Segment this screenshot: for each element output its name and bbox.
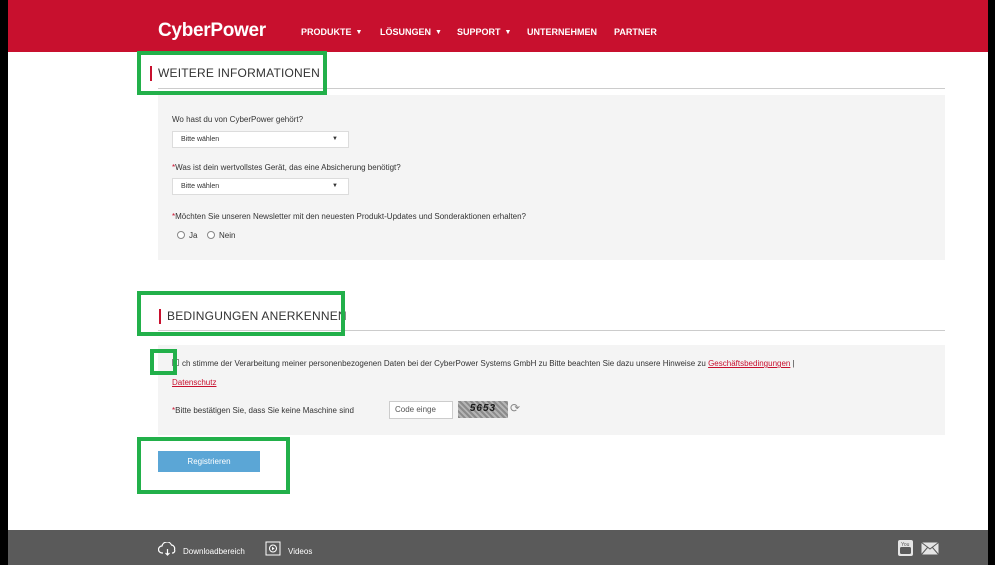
nav-produkte[interactable]: PRODUKTE ▼ (301, 27, 362, 37)
radio-yes[interactable] (177, 231, 185, 239)
youtube-icon[interactable]: You (898, 540, 913, 561)
radio-yes-label: Ja (189, 231, 198, 240)
download-link[interactable]: Downloadbereich (183, 547, 245, 556)
chevron-down-icon: ▼ (504, 29, 512, 36)
dropdown-arrow-icon: ▼ (332, 136, 338, 142)
mail-icon[interactable] (921, 542, 939, 560)
highlight-box-checkbox (150, 349, 177, 375)
chevron-down-icon: ▼ (355, 29, 363, 36)
nav-loesungen[interactable]: LÖSUNGEN ▼ (380, 27, 442, 37)
cyberpower-logo[interactable]: CyberPower (158, 20, 266, 42)
videos-link[interactable]: Videos (288, 547, 312, 556)
captcha-label: *Bitte bestätigen Sie, dass Sie keine Ma… (172, 406, 354, 415)
terms-link[interactable]: Geschäftsbedingungen (708, 359, 790, 368)
captcha-image: 5653 (458, 401, 508, 418)
device-select[interactable]: Bitte wählen ▼ (172, 178, 349, 195)
select-value: Bitte wählen (181, 183, 220, 190)
question-newsletter-label: *Möchten Sie unseren Newsletter mit den … (172, 212, 527, 221)
radio-no[interactable] (207, 231, 215, 239)
nav-partner[interactable]: PARTNER (614, 27, 657, 37)
select-value: Bitte wählen (181, 136, 220, 143)
nav-unternehmen[interactable]: UNTERNEHMEN (527, 27, 597, 37)
refresh-icon[interactable]: ⟳ (510, 401, 520, 415)
question-device-label: *Was ist dein wertvollstes Gerät, das ei… (172, 163, 401, 172)
highlight-box-info-title (137, 51, 327, 95)
highlight-box-terms-title (137, 291, 345, 336)
chevron-down-icon: ▼ (435, 29, 442, 36)
radio-no-label: Nein (219, 231, 236, 240)
question-heard-label: Wo hast du von CyberPower gehört? (172, 115, 304, 124)
privacy-link[interactable]: Datenschutz (172, 378, 216, 387)
highlight-box-register (137, 437, 290, 494)
captcha-input[interactable]: Code einge (389, 401, 453, 419)
consent-text: ch stimme der Verarbeitung meiner person… (182, 359, 795, 368)
top-navigation: CyberPower PRODUKTE ▼ LÖSUNGEN ▼ SUPPORT ▼ … (8, 0, 988, 52)
cloud-download-icon (157, 541, 178, 561)
footer: Downloadbereich Videos You (8, 530, 988, 565)
heard-from-select[interactable]: Bitte wählen ▼ (172, 131, 349, 148)
dropdown-arrow-icon: ▼ (332, 183, 338, 189)
nav-support[interactable]: SUPPORT ▼ (457, 27, 511, 37)
page-frame: CyberPower PRODUKTE ▼ LÖSUNGEN ▼ SUPPORT ▼ … (8, 0, 988, 565)
video-icon (265, 541, 281, 561)
svg-text:You: You (901, 542, 910, 548)
